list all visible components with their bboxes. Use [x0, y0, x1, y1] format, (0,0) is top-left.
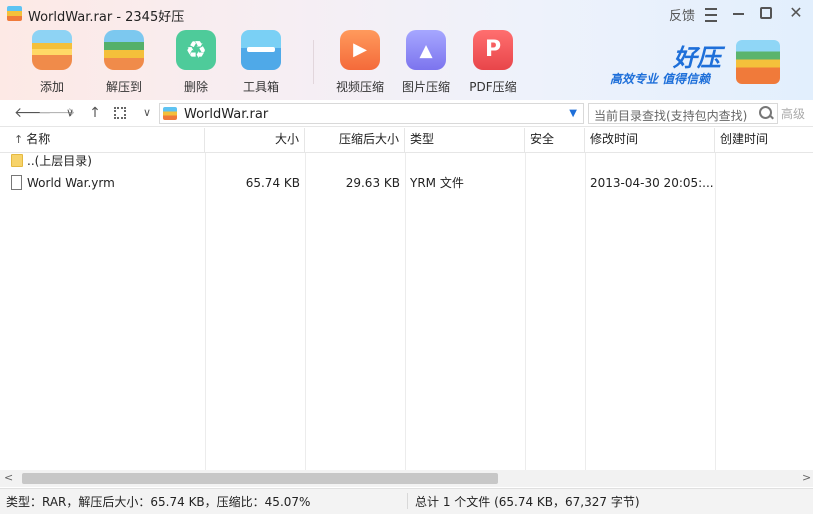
search-icon[interactable]: [759, 106, 773, 120]
path-text: WorldWar.rar: [184, 107, 269, 122]
forward-arrow-icon[interactable]: 🡒: [38, 103, 76, 123]
title-bar: WorldWar.rar - 2345好压 反馈 ✕: [0, 0, 813, 28]
window-title: WorldWar.rar - 2345好压: [28, 10, 185, 25]
brand-slogan: 高效专业 值得信赖: [610, 72, 711, 86]
table-row-parent-dir[interactable]: ..(上层目录): [0, 150, 813, 172]
back-arrow-icon[interactable]: 🡐: [14, 103, 52, 123]
column-divider: [405, 153, 406, 470]
status-bar: 类型：RAR，解压后大小：65.74 KB，压缩比：45.07% 总计 1 个文…: [0, 488, 813, 514]
archive-icon: [163, 107, 177, 120]
horizontal-scrollbar[interactable]: < >: [0, 470, 813, 487]
add-archive-icon: [32, 30, 72, 70]
column-divider: [205, 153, 206, 470]
pdf-compress-icon: [473, 30, 513, 70]
image-compress-label: 图片压缩: [401, 80, 450, 94]
file-modified: 2013-04-30 20:05:...: [590, 176, 714, 190]
pdf-compress-button[interactable]: PDF压缩: [461, 28, 525, 96]
pdf-compress-label: PDF压缩: [469, 80, 517, 94]
up-folder-icon[interactable]: ↑: [86, 103, 104, 123]
search-placeholder: 当前目录查找(支持包内查找): [594, 109, 748, 123]
menu-icon[interactable]: [703, 4, 719, 24]
extract-to-button[interactable]: 解压到: [92, 28, 156, 96]
toolbar-divider: [313, 40, 314, 84]
file-type: YRM 文件: [410, 176, 464, 190]
file-list: ↑ 名称 大小 压缩后大小 类型 安全 修改时间 创建时间 ..(上层目录) Wo…: [0, 128, 813, 470]
file-icon: [11, 175, 22, 190]
delete-label: 删除: [183, 80, 208, 94]
add-label: 添加: [39, 80, 64, 94]
scrollbar-thumb[interactable]: [22, 473, 498, 484]
add-button[interactable]: 添加: [20, 28, 84, 96]
video-compress-label: 视频压缩: [335, 80, 384, 94]
scroll-right-icon[interactable]: >: [802, 471, 811, 484]
address-bar: 🡐 🡒 ∨ ↑ ∨ WorldWar.rar ▼ 当前目录查找(支持包内查找) …: [0, 100, 813, 127]
maximize-icon[interactable]: [758, 4, 774, 24]
delete-icon: [176, 30, 216, 70]
toolbox-label: 工具箱: [242, 80, 279, 94]
video-compress-icon: [340, 30, 380, 70]
column-divider: [585, 153, 586, 470]
toolbox-button[interactable]: 工具箱: [229, 28, 293, 96]
brand-name: 好压: [673, 44, 721, 72]
extract-icon: [104, 30, 144, 70]
column-divider: [305, 153, 306, 470]
path-field[interactable]: WorldWar.rar ▼: [159, 103, 584, 124]
column-divider: [525, 153, 526, 470]
status-divider: [407, 493, 408, 509]
file-size: 65.74 KB: [245, 176, 300, 190]
video-compress-button[interactable]: 视频压缩: [328, 28, 392, 96]
archive-info: 类型：RAR，解压后大小：65.74 KB，压缩比：45.07%: [6, 495, 311, 509]
brand-banner: 好压 高效专业 值得信赖: [610, 38, 790, 90]
view-mode-dropdown-icon[interactable]: ∨: [140, 103, 154, 123]
path-dropdown-icon[interactable]: ▼: [569, 108, 577, 119]
column-divider: [715, 153, 716, 470]
brand-logo-icon: [736, 40, 780, 84]
advanced-search-link[interactable]: 高级: [781, 105, 805, 122]
search-input[interactable]: 当前目录查找(支持包内查找): [588, 103, 778, 124]
table-row[interactable]: World War.yrm 65.74 KB 29.63 KB YRM 文件 2…: [0, 172, 813, 194]
image-compress-icon: [406, 30, 446, 70]
history-dropdown-icon[interactable]: ∨: [62, 103, 78, 123]
toolbox-icon: [241, 30, 281, 70]
file-packed-size: 29.63 KB: [345, 176, 400, 190]
view-mode-icon[interactable]: [114, 103, 130, 123]
minimize-icon[interactable]: [731, 4, 747, 24]
delete-button[interactable]: 删除: [164, 28, 228, 96]
image-compress-button[interactable]: 图片压缩: [394, 28, 458, 96]
sort-ascending-icon: ↑: [14, 133, 24, 146]
close-icon[interactable]: ✕: [788, 4, 804, 24]
scroll-left-icon[interactable]: <: [4, 471, 13, 484]
app-logo-icon: [7, 6, 22, 21]
feedback-link[interactable]: 反馈: [669, 5, 695, 25]
header-area: WorldWar.rar - 2345好压 反馈 ✕ 添加 解压到 删除 工具箱…: [0, 0, 813, 100]
file-name: ..(上层目录): [27, 154, 92, 168]
file-total: 总计 1 个文件 (65.74 KB，67,327 字节): [415, 495, 640, 509]
extract-label: 解压到: [105, 80, 142, 94]
file-name: World War.yrm: [27, 176, 115, 190]
